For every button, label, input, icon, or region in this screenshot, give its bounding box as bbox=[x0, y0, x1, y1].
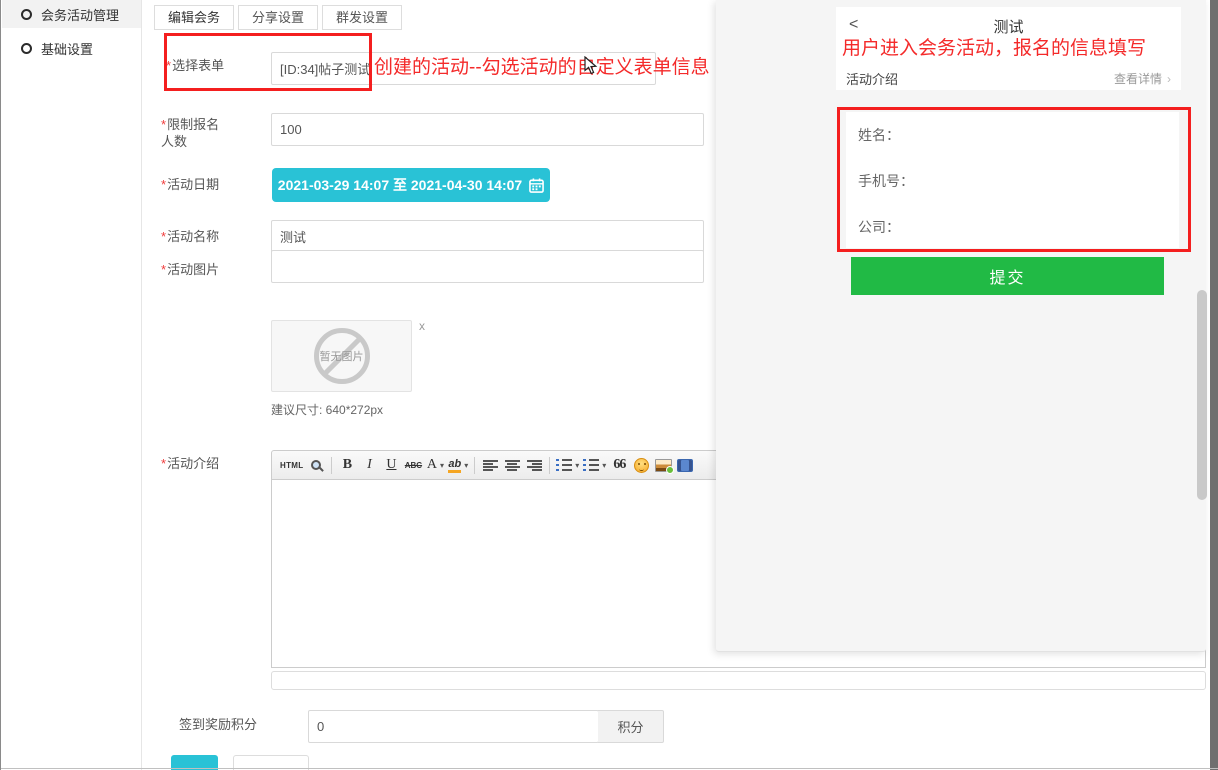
underline-icon[interactable]: U bbox=[380, 453, 402, 477]
activity-name-input[interactable] bbox=[271, 220, 704, 253]
field-phone[interactable]: 手机号： bbox=[858, 171, 914, 191]
date-label: *活动日期 bbox=[161, 176, 229, 193]
limit-label: *限制报名人数 bbox=[161, 116, 229, 150]
date-range-button[interactable]: 2021-03-29 14:07 至 2021-04-30 14:07 bbox=[272, 168, 550, 202]
chevron-right-icon: › bbox=[1167, 72, 1171, 86]
window-bottom-border bbox=[1, 768, 1218, 769]
ordered-list-icon[interactable]: ▾ bbox=[554, 453, 581, 477]
sidebar-item-conference-management[interactable]: 会务活动管理 bbox=[2, 0, 141, 28]
tab-bar: 编辑会务 分享设置 群发设置 bbox=[154, 5, 406, 30]
view-details-link[interactable]: 查看详情› bbox=[1114, 70, 1171, 87]
toolbar-separator bbox=[474, 457, 475, 474]
sidebar-item-label: 基础设置 bbox=[41, 39, 93, 58]
html-source-icon[interactable]: HTML bbox=[278, 453, 305, 477]
media-icon[interactable] bbox=[674, 453, 696, 477]
field-company[interactable]: 公司： bbox=[858, 217, 900, 237]
no-image-icon: 暂无图片 bbox=[314, 328, 370, 384]
blockquote-icon[interactable]: 66 bbox=[608, 453, 630, 477]
preview-intro-label: 活动介绍 bbox=[846, 69, 898, 88]
select-form-input[interactable] bbox=[271, 52, 656, 85]
select-form-label: *选择表单 bbox=[166, 57, 234, 74]
preview-icon[interactable] bbox=[305, 453, 327, 477]
date-range-value: 2021-03-29 14:07 至 2021-04-30 14:07 bbox=[278, 175, 522, 195]
points-input[interactable] bbox=[308, 710, 599, 743]
submit-button[interactable]: 提交 bbox=[851, 257, 1164, 295]
strikethrough-icon[interactable]: ABC bbox=[402, 453, 424, 477]
activity-image-label: *活动图片 bbox=[161, 261, 229, 278]
font-color-icon[interactable]: A▾ bbox=[424, 453, 446, 477]
editor-statusbar bbox=[271, 671, 1206, 690]
tab-edit-conference[interactable]: 编辑会务 bbox=[154, 5, 234, 30]
toolbar-separator bbox=[331, 457, 332, 474]
activity-name-label: *活动名称 bbox=[161, 228, 229, 245]
points-unit-addon: 积分 bbox=[598, 710, 664, 743]
align-left-icon[interactable] bbox=[479, 453, 501, 477]
image-size-hint: 建议尺寸: 640*272px bbox=[271, 401, 383, 418]
required-mark: * bbox=[166, 58, 171, 73]
highlight-icon[interactable]: ab▾ bbox=[446, 453, 470, 477]
no-image-text: 暂无图片 bbox=[320, 348, 364, 364]
points-label: 签到奖励积分 bbox=[179, 716, 269, 733]
image-placeholder: 暂无图片 bbox=[271, 320, 412, 392]
signup-form-card: 姓名： 手机号： 公司： bbox=[846, 112, 1179, 248]
activity-intro-label: *活动介绍 bbox=[161, 455, 229, 472]
sidebar-item-basic-settings[interactable]: 基础设置 bbox=[2, 34, 141, 62]
field-name[interactable]: 姓名： bbox=[858, 125, 900, 145]
radio-circle-icon bbox=[21, 43, 32, 54]
bold-icon[interactable]: B bbox=[336, 453, 358, 477]
limit-input[interactable] bbox=[271, 113, 704, 146]
emoticon-icon[interactable] bbox=[630, 453, 652, 477]
tab-mass-send-settings[interactable]: 群发设置 bbox=[322, 5, 402, 30]
activity-image-input[interactable] bbox=[271, 250, 704, 283]
remove-image-button[interactable]: x bbox=[419, 320, 425, 332]
preview-title: 测试 bbox=[836, 16, 1181, 37]
image-icon[interactable] bbox=[652, 453, 674, 477]
calendar-icon bbox=[529, 178, 544, 193]
app-window: 会务活动管理 基础设置 编辑会务 分享设置 群发设置 *选择表单 *限制报名人数… bbox=[0, 0, 1218, 770]
toolbar-separator bbox=[549, 457, 550, 474]
mobile-preview-panel: < 测试 活动介绍 查看详情› 姓名： 手机号： 公司： 提交 用户进入会务活动… bbox=[716, 0, 1206, 652]
sidebar-item-label: 会务活动管理 bbox=[41, 5, 119, 24]
align-right-icon[interactable] bbox=[523, 453, 545, 477]
unordered-list-icon[interactable]: ▾ bbox=[581, 453, 608, 477]
scrollbar-thumb[interactable] bbox=[1197, 290, 1207, 500]
tab-share-settings[interactable]: 分享设置 bbox=[238, 5, 318, 30]
right-scrollbar-gutter[interactable] bbox=[1210, 0, 1218, 770]
italic-icon[interactable]: I bbox=[358, 453, 380, 477]
preview-header: < 测试 活动介绍 查看详情› bbox=[836, 7, 1181, 90]
sidebar: 会务活动管理 基础设置 bbox=[2, 0, 142, 770]
align-center-icon[interactable] bbox=[501, 453, 523, 477]
radio-circle-icon bbox=[21, 9, 32, 20]
